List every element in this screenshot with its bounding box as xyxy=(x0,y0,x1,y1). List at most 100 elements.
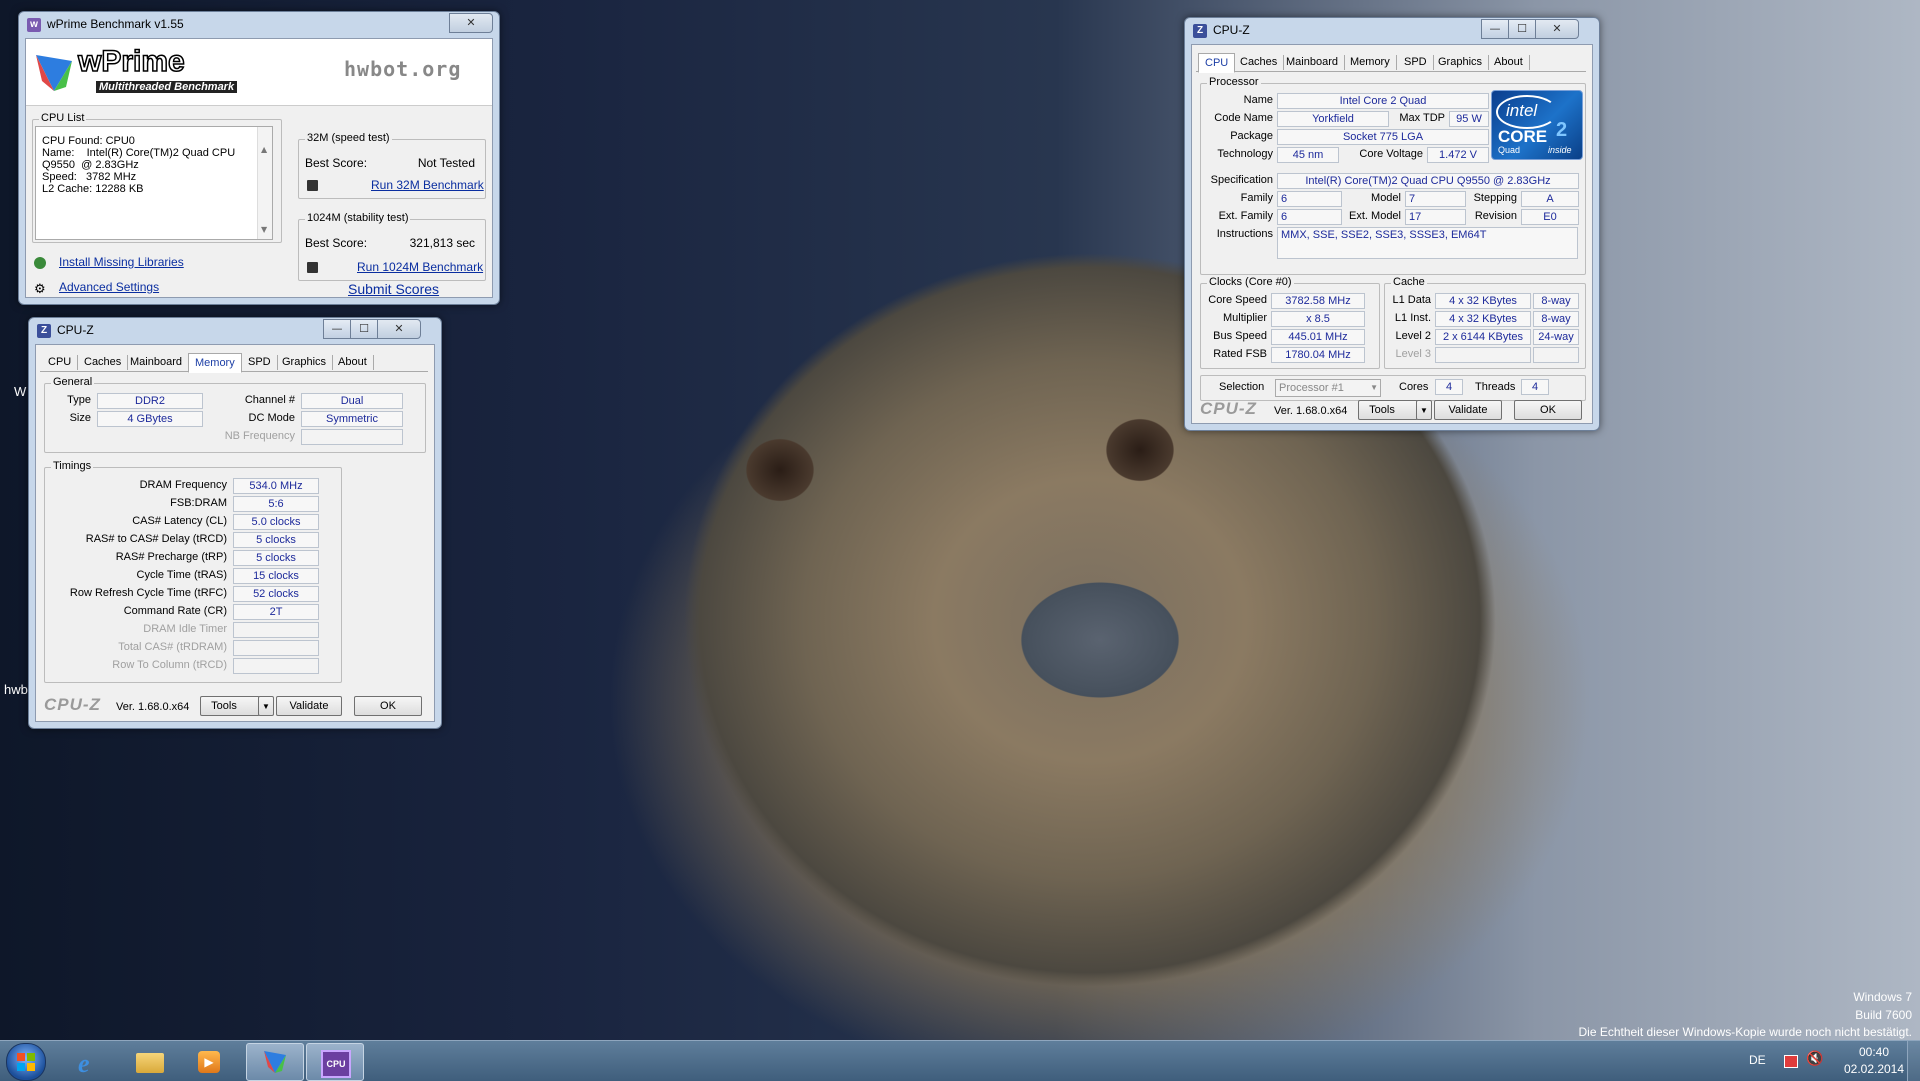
cpuz-mem-titlebar[interactable]: Z CPU-Z — ☐ ✕ xyxy=(29,318,441,344)
extfamily-value: 6 xyxy=(1277,209,1342,225)
ok-button[interactable]: OK xyxy=(354,696,422,716)
scroll-down-icon[interactable]: ▼ xyxy=(261,225,267,234)
processor-group: Processor Name Intel Core 2 Quad Code Na… xyxy=(1200,76,1586,275)
close-button[interactable]: ✕ xyxy=(1535,19,1579,39)
tools-dropdown-button[interactable]: ▼ xyxy=(258,696,274,716)
ratedfsb-label: Rated FSB xyxy=(1213,348,1267,360)
tab-spd[interactable]: SPD xyxy=(1398,55,1434,70)
timing-value: 52 clocks xyxy=(233,586,319,602)
intel-logo-inside: inside xyxy=(1548,145,1572,155)
extfamily-label: Ext. Family xyxy=(1218,210,1273,222)
extmodel-value: 17 xyxy=(1405,209,1466,225)
revision-label: Revision xyxy=(1474,210,1517,222)
settings-icon[interactable]: ⚙ xyxy=(34,282,46,297)
tools-dropdown-button[interactable]: ▼ xyxy=(1416,400,1432,420)
tab-graphics[interactable]: Graphics xyxy=(276,355,334,370)
clock-date[interactable]: 02.02.2014 xyxy=(1834,1062,1914,1076)
close-button[interactable]: ✕ xyxy=(377,319,421,339)
window-title: wPrime Benchmark v1.55 xyxy=(47,17,184,31)
maximize-button[interactable]: ☐ xyxy=(1508,19,1536,39)
windows-logo-icon-part xyxy=(27,1063,35,1071)
l1d-label: L1 Data xyxy=(1392,294,1431,306)
timing-value xyxy=(233,640,319,656)
clock-time[interactable]: 00:40 xyxy=(1844,1045,1904,1059)
tab-about[interactable]: About xyxy=(1488,55,1530,70)
save-icon[interactable] xyxy=(307,262,318,273)
show-desktop-button[interactable] xyxy=(1907,1041,1920,1081)
selection-dropdown[interactable]: Processor #1 ▼ xyxy=(1275,379,1381,397)
taskbar-cpuz[interactable]: CPU xyxy=(306,1043,364,1081)
family-label: Family xyxy=(1240,192,1273,204)
install-missing-libraries-link[interactable]: Install Missing Libraries xyxy=(59,255,184,269)
version-label: Ver. 1.68.0.x64 xyxy=(116,701,190,713)
timing-label: Total CAS# (tRDRAM) xyxy=(118,641,227,653)
l2-label: Level 2 xyxy=(1395,330,1431,342)
speed-best-score-label: Best Score: xyxy=(305,156,368,170)
tools-button[interactable]: Tools xyxy=(1358,400,1418,420)
wprime-titlebar[interactable]: w wPrime Benchmark v1.55 ✕ xyxy=(19,12,499,38)
chevron-down-icon[interactable]: ▼ xyxy=(1370,380,1378,396)
extmodel-label: Ext. Model xyxy=(1349,210,1401,222)
tab-graphics[interactable]: Graphics xyxy=(1432,55,1490,70)
cpu-list-scrollbar[interactable]: ▲ ▼ xyxy=(257,127,272,239)
type-label: Type xyxy=(67,394,91,406)
validate-button[interactable]: Validate xyxy=(276,696,342,716)
corespeed-value: 3782.58 MHz xyxy=(1271,293,1365,309)
timing-label: Cycle Time (tRAS) xyxy=(136,569,227,581)
wprime-client: wPrime Multithreaded Benchmark hwbot.org… xyxy=(25,38,493,298)
tab-mainboard[interactable]: Mainboard xyxy=(1280,55,1345,70)
maximize-button[interactable]: ☐ xyxy=(350,319,378,339)
action-center-flag-icon[interactable] xyxy=(1784,1055,1798,1068)
corevoltage-value: 1.472 V xyxy=(1427,147,1489,163)
cores-value: 4 xyxy=(1435,379,1463,395)
ok-button[interactable]: OK xyxy=(1514,400,1582,420)
taskbar-internet-explorer[interactable]: e xyxy=(62,1043,118,1079)
save-icon[interactable] xyxy=(307,180,318,191)
channel-value: Dual xyxy=(301,393,403,409)
taskbar-media-player[interactable]: ▶ xyxy=(182,1043,238,1079)
run-1024m-benchmark-link[interactable]: Run 1024M Benchmark xyxy=(357,260,483,274)
speed-test-group: 32M (speed test) Best Score: Not Tested … xyxy=(298,132,486,199)
cpuz-cpu-titlebar[interactable]: Z CPU-Z — ☐ ✕ xyxy=(1185,18,1599,44)
scroll-up-icon[interactable]: ▲ xyxy=(261,145,267,154)
cpuz-app-icon: Z xyxy=(1193,24,1207,38)
run-32m-benchmark-link[interactable]: Run 32M Benchmark xyxy=(371,178,484,192)
desktop-text-fragment: W xyxy=(14,384,27,399)
submit-scores-link[interactable]: Submit Scores xyxy=(348,281,439,297)
timing-value: 2T xyxy=(233,604,319,620)
tab-caches[interactable]: Caches xyxy=(78,355,129,370)
multiplier-value: x 8.5 xyxy=(1271,311,1365,327)
l1i-value: 4 x 32 KBytes xyxy=(1435,311,1531,327)
corevoltage-label: Core Voltage xyxy=(1359,148,1423,160)
tab-about[interactable]: About xyxy=(332,355,374,370)
minimize-button[interactable]: — xyxy=(323,319,351,339)
cpu-list-box[interactable]: CPU Found: CPU0 Name: Intel(R) Core(TM)2 … xyxy=(35,126,273,240)
language-indicator[interactable]: DE xyxy=(1749,1053,1766,1067)
tab-spd[interactable]: SPD xyxy=(242,355,278,370)
clocks-label: Clocks (Core #0) xyxy=(1207,276,1294,288)
close-button[interactable]: ✕ xyxy=(449,13,493,33)
tab-cpu[interactable]: CPU xyxy=(1198,53,1236,73)
install-libraries-icon[interactable] xyxy=(34,257,46,269)
threads-value: 4 xyxy=(1521,379,1549,395)
speaker-muted-icon[interactable]: 🔇 xyxy=(1806,1051,1823,1067)
tab-cpu[interactable]: CPU xyxy=(42,355,79,370)
tab-memory[interactable]: Memory xyxy=(188,353,242,373)
advanced-settings-link[interactable]: Advanced Settings xyxy=(59,280,159,294)
windows-logo-icon-part xyxy=(27,1053,35,1061)
taskbar-explorer[interactable] xyxy=(122,1043,178,1079)
tools-button[interactable]: Tools xyxy=(200,696,260,716)
minimize-button[interactable]: — xyxy=(1481,19,1509,39)
l2-assoc: 24-way xyxy=(1533,329,1579,345)
desktop-icon-label-fragment[interactable]: hwb xyxy=(4,682,28,697)
tab-mainboard[interactable]: Mainboard xyxy=(124,355,189,370)
tab-memory[interactable]: Memory xyxy=(1344,55,1397,70)
version-label: Ver. 1.68.0.x64 xyxy=(1274,405,1348,417)
tab-caches[interactable]: Caches xyxy=(1234,55,1285,70)
window-title: CPU-Z xyxy=(57,323,94,337)
taskbar-wprime[interactable] xyxy=(246,1043,304,1081)
l1d-value: 4 x 32 KBytes xyxy=(1435,293,1531,309)
start-button[interactable] xyxy=(6,1043,46,1081)
stab-best-score-value: 321,813 sec xyxy=(409,236,475,250)
validate-button[interactable]: Validate xyxy=(1434,400,1502,420)
